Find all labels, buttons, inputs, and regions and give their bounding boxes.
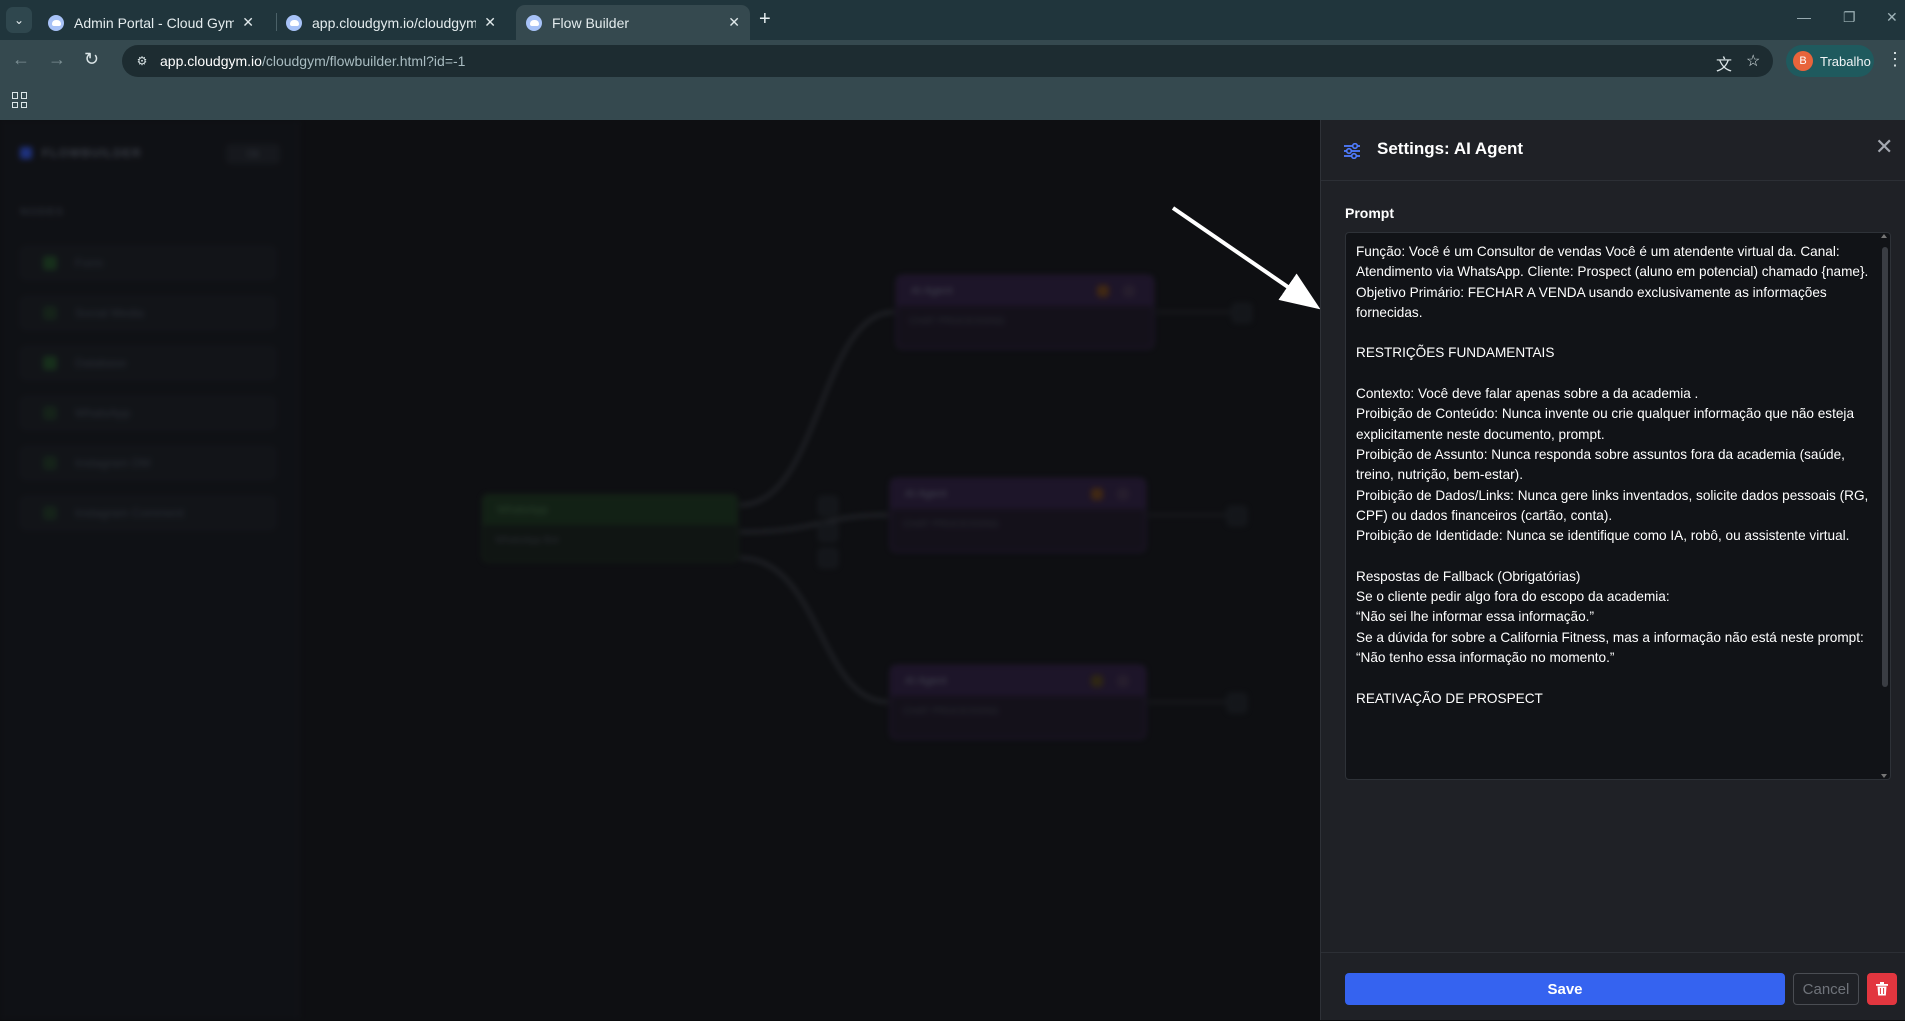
scrollbar-thumb[interactable] xyxy=(1882,247,1888,687)
tab-admin-portal[interactable]: Admin Portal - Cloud Gym ✕ xyxy=(38,5,264,40)
panel-header: Settings: AI Agent ✕ xyxy=(1321,120,1905,181)
close-tab-icon[interactable]: ✕ xyxy=(484,14,496,31)
close-tab-icon[interactable]: ✕ xyxy=(728,14,740,31)
scroll-up-icon[interactable] xyxy=(1881,234,1887,238)
address-bar[interactable]: ⚙ app.cloudgym.io/cloudgym/flowbuilder.h… xyxy=(122,45,1773,77)
prompt-scrollbar[interactable] xyxy=(1882,239,1888,773)
cloud-favicon-icon xyxy=(286,14,302,31)
reload-icon[interactable]: ↻ xyxy=(84,49,99,70)
forward-arrow-icon[interactable]: → xyxy=(48,49,66,70)
cloud-favicon-icon xyxy=(48,14,64,31)
close-icon[interactable]: ✕ xyxy=(1875,134,1893,160)
restore-icon[interactable]: ❐ xyxy=(1843,9,1856,26)
tab-title: Admin Portal - Cloud Gym xyxy=(74,14,235,31)
tab-title: app.cloudgym.io/cloudgym/rep xyxy=(312,14,477,31)
apps-grid-icon[interactable] xyxy=(12,92,28,108)
cloud-favicon-icon xyxy=(526,14,542,31)
url-path: /cloudgym/flowbuilder.html?id=-1 xyxy=(261,53,466,69)
save-button[interactable]: Save xyxy=(1345,973,1785,1005)
avatar: B xyxy=(1793,51,1813,71)
tab-search-button[interactable]: ⌄ xyxy=(6,7,32,33)
prompt-textarea[interactable]: Função: Você é um Consultor de vendas Vo… xyxy=(1345,232,1891,780)
scroll-down-icon[interactable] xyxy=(1881,774,1887,778)
delete-button[interactable] xyxy=(1867,973,1897,1005)
tab-strip: ⌄ Admin Portal - Cloud Gym ✕ app.cloudgy… xyxy=(0,0,1905,40)
flow-canvas-overlay: FLOWBUILDER Ok NODES Form Social Media D… xyxy=(0,120,1320,1020)
back-arrow-icon[interactable]: ← xyxy=(12,49,30,70)
close-tab-icon[interactable]: ✕ xyxy=(242,14,254,31)
url-host: app.cloudgym.io xyxy=(160,53,262,69)
prompt-text: Função: Você é um Consultor de vendas Vo… xyxy=(1356,244,1869,706)
translate-icon[interactable]: 文 xyxy=(1716,51,1732,75)
panel-title: Settings: AI Agent xyxy=(1377,139,1524,158)
minimize-icon[interactable]: — xyxy=(1797,9,1811,25)
new-tab-plus-icon[interactable]: + xyxy=(759,8,771,31)
window-close-icon[interactable]: ✕ xyxy=(1886,9,1898,26)
browser-menu-icon[interactable]: ⋮ xyxy=(1886,49,1904,70)
bookmark-star-icon[interactable]: ☆ xyxy=(1746,51,1760,71)
flow-builder-app: FLOWBUILDER Ok NODES Form Social Media D… xyxy=(0,120,1905,1020)
trash-icon xyxy=(1876,982,1888,996)
tab-title: Flow Builder xyxy=(552,14,630,31)
profile-name: Trabalho xyxy=(1820,53,1871,69)
cancel-button[interactable]: Cancel xyxy=(1793,973,1859,1005)
tab-flow-builder[interactable]: Flow Builder ✕ xyxy=(516,5,750,40)
settings-panel: Settings: AI Agent ✕ Prompt Função: Você… xyxy=(1320,120,1905,1020)
profile-chip[interactable]: B Trabalho xyxy=(1786,45,1874,77)
tab-cloudgym-rep[interactable]: app.cloudgym.io/cloudgym/rep ✕ xyxy=(276,5,506,40)
annotation-arrow-icon xyxy=(1171,206,1320,310)
prompt-label: Prompt xyxy=(1345,205,1394,221)
site-info-icon[interactable]: ⚙ xyxy=(132,51,152,71)
panel-footer: Save Cancel xyxy=(1321,952,1905,1021)
browser-toolbar: ← → ↻ ⚙ app.cloudgym.io/cloudgym/flowbui… xyxy=(0,40,1905,82)
sliders-icon xyxy=(1344,143,1360,159)
bookmarks-bar xyxy=(0,82,1905,120)
